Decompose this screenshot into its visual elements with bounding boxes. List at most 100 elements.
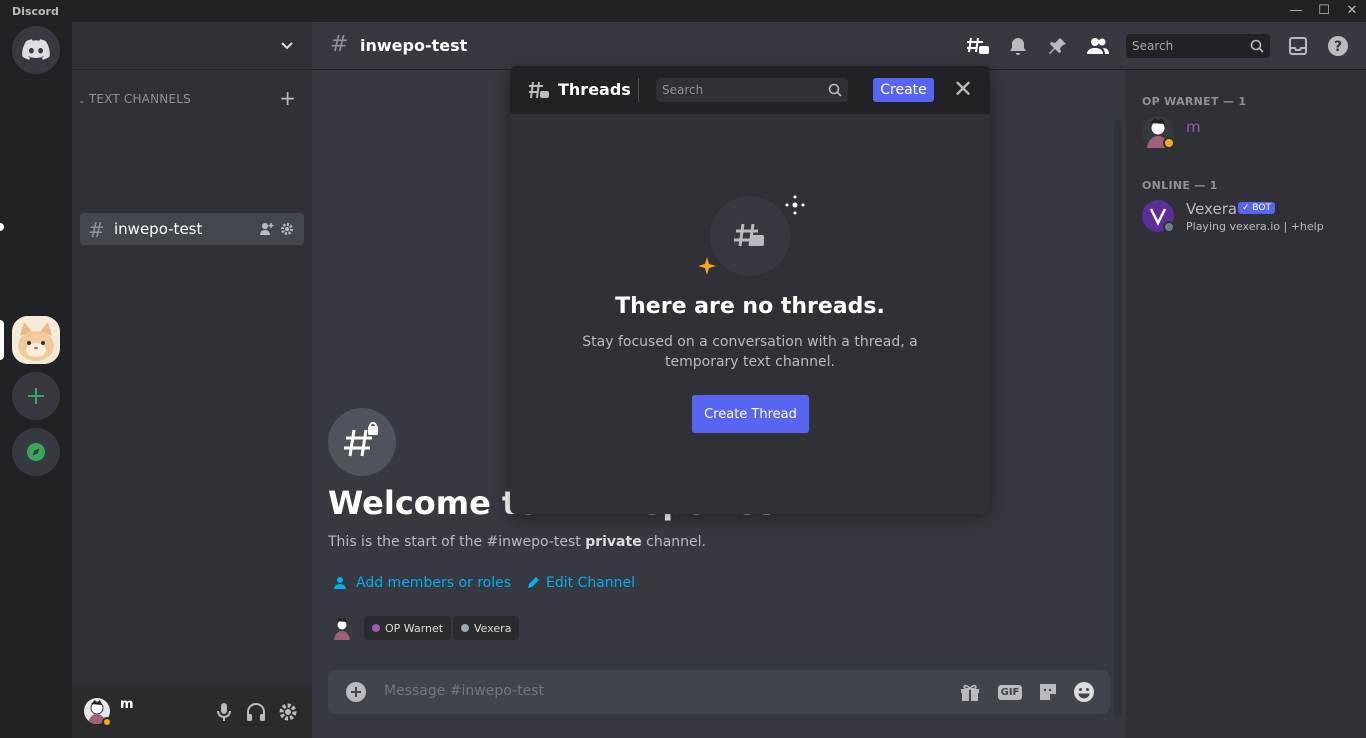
threads-icon[interactable] [966, 34, 990, 58]
member-item-vexera[interactable]: Vexera ✓ BOT Playing vexera.io | +help [1142, 200, 1352, 234]
role-color-dot [461, 624, 469, 632]
member-group-title: ONLINE — 1 [1142, 179, 1218, 192]
user-avatar-icon [334, 618, 350, 640]
pencil-icon [528, 577, 539, 588]
channel-category[interactable]: ⌄ TEXT CHANNELS [78, 92, 191, 106]
gif-button[interactable]: GIF [996, 680, 1024, 704]
plus-icon [28, 388, 44, 404]
threads-empty-icon [734, 223, 764, 247]
member-item-m[interactable]: m [1142, 116, 1352, 149]
threads-icon [529, 81, 549, 99]
scrollbar[interactable] [1114, 120, 1122, 716]
invite-icon[interactable] [260, 222, 274, 236]
header-divider [638, 78, 639, 102]
server-list [0, 22, 72, 738]
avatar [330, 616, 354, 640]
threads-popup-header: Threads Search Create ✕ [510, 66, 990, 114]
member-status: Playing vexera.io | +help [1186, 220, 1324, 233]
explore-servers-button[interactable] [12, 428, 60, 476]
chevron-icon: ⌄ [78, 96, 89, 106]
pin-icon[interactable] [1046, 34, 1070, 58]
online-status-icon [1163, 221, 1175, 233]
channel-header: # inwepo-test Search ? [312, 22, 1366, 70]
idle-status-icon [102, 717, 112, 727]
idle-status-icon [1163, 137, 1175, 149]
member-list-icon[interactable] [1086, 34, 1110, 58]
help-icon[interactable]: ? [1326, 34, 1350, 58]
app-name: Discord [12, 5, 59, 18]
gif-label: GIF [997, 684, 1023, 700]
server-header[interactable] [72, 22, 312, 70]
member-list: OP WARNET — 1 m ONLINE — 1 Vexera ✓ BOT … [1126, 70, 1366, 738]
inbox-icon[interactable] [1286, 34, 1310, 58]
bot-badge: ✓ BOT [1238, 202, 1275, 214]
search-input[interactable]: Search [1126, 34, 1270, 58]
role-pill-vexera[interactable]: Vexera [453, 616, 520, 640]
member-name: m [1186, 118, 1201, 136]
role-name: OP Warnet [385, 621, 444, 635]
add-server-button[interactable] [12, 372, 60, 420]
sticker-icon[interactable] [1036, 680, 1060, 704]
create-thread-button[interactable]: Create Thread [692, 395, 809, 433]
welcome-subtitle: This is the start of the #inwepo-test pr… [328, 534, 706, 550]
close-window-button[interactable]: ✕ [1338, 2, 1366, 20]
title-bar: Discord — ☐ ✕ [0, 0, 1366, 22]
svg-text:?: ? [1334, 39, 1342, 55]
edit-channel-label: Edit Channel [546, 575, 636, 591]
add-members-link[interactable]: Add members or roles [334, 575, 511, 591]
search-placeholder: Search [1132, 39, 1174, 53]
role-color-dot [372, 624, 380, 632]
upload-plus-icon[interactable] [344, 680, 368, 704]
bell-icon[interactable] [1006, 34, 1030, 58]
hash-icon: # [88, 218, 105, 242]
search-icon [828, 83, 842, 97]
emoji-icon[interactable] [1072, 680, 1096, 704]
compass-icon [27, 443, 45, 461]
selected-server-indicator [0, 320, 4, 360]
chevron-down-icon [281, 42, 293, 50]
edit-channel-link[interactable]: Edit Channel [526, 575, 635, 591]
create-channel-icon[interactable]: + [279, 86, 296, 110]
maximize-button[interactable]: ☐ [1310, 2, 1338, 20]
minimize-button[interactable]: — [1282, 2, 1310, 20]
sparkle-dots-icon [785, 195, 805, 215]
add-member-icon [334, 577, 346, 589]
private-channel-icon [328, 408, 396, 476]
role-name: Vexera [474, 621, 512, 635]
hash-icon: # [330, 32, 349, 57]
member-name: Vexera [1186, 200, 1238, 218]
channel-title: inwepo-test [360, 36, 468, 55]
message-input[interactable]: Message #inwepo-test [384, 683, 544, 699]
empty-threads-subtitle: Stay focused on a conversation with a th… [582, 334, 918, 370]
role-pill-op-warnet[interactable]: OP Warnet [364, 616, 452, 640]
welcome-sub-bold: private [585, 534, 642, 550]
unread-indicator [0, 223, 4, 231]
threads-popup: Threads Search Create ✕ There are no thr… [510, 66, 990, 514]
welcome-sub-prefix: This is the start of the #inwepo-test [328, 534, 586, 550]
category-label: TEXT CHANNELS [88, 92, 191, 106]
welcome-sub-suffix: channel. [641, 534, 707, 550]
channel-name: inwepo-test [114, 220, 203, 238]
user-settings-gear-icon[interactable] [278, 702, 298, 722]
search-icon [1250, 39, 1264, 53]
create-thread-header-button[interactable]: Create [873, 78, 934, 102]
message-composer[interactable]: Message #inwepo-test GIF [328, 670, 1110, 714]
channel-item-inwepo-test[interactable]: # inwepo-test [80, 213, 304, 245]
microphone-icon[interactable] [216, 702, 232, 722]
cat-avatar-icon [12, 316, 60, 364]
home-button[interactable] [12, 26, 60, 74]
threads-search-input[interactable]: Search [656, 78, 848, 102]
discord-logo-icon [22, 39, 50, 60]
threads-search-placeholder: Search [662, 83, 704, 97]
member-group-title: OP WARNET — 1 [1142, 95, 1247, 108]
gear-icon[interactable] [280, 222, 294, 236]
close-icon[interactable]: ✕ [950, 75, 976, 103]
headphones-icon[interactable] [246, 702, 266, 722]
server-icon-cat[interactable] [12, 316, 60, 364]
empty-threads-title: There are no threads. [615, 294, 885, 319]
user-panel: m [72, 686, 312, 738]
threads-title: Threads [558, 80, 631, 99]
sparkle-icon [698, 257, 716, 275]
empty-threads-illustration [710, 196, 790, 276]
gift-icon[interactable] [958, 680, 982, 704]
